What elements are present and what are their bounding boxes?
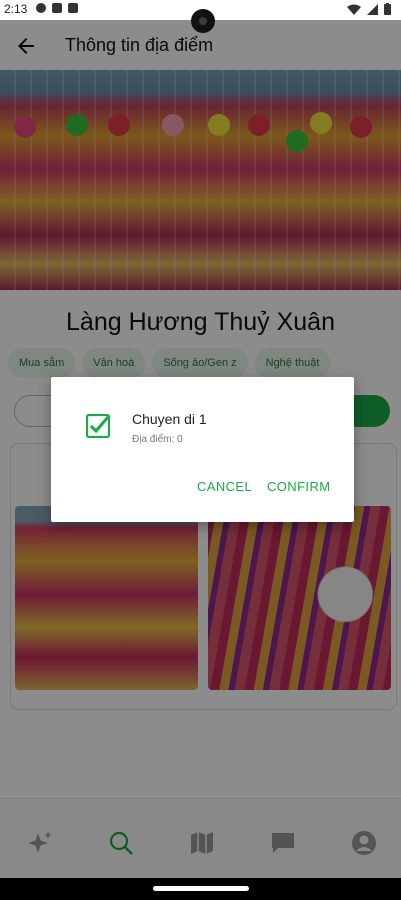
select-trip-dialog: Chuyen di 1 Địa điểm: 0 CANCEL CONFIRM (51, 377, 354, 522)
shield-status-icon (52, 3, 62, 13)
cancel-button[interactable]: CANCEL (197, 479, 252, 494)
trip-name: Chuyen di 1 (132, 411, 207, 427)
sd-card-status-icon (68, 3, 78, 13)
checkbox-checked-icon[interactable] (86, 414, 110, 438)
wifi-icon (347, 4, 361, 15)
status-time: 2:13 (4, 2, 28, 16)
app-screen: 2:13 Thông tin địa điểm Làng Hương Thuỷ … (0, 0, 401, 900)
trip-place-count: Địa điểm: 0 (132, 434, 183, 445)
status-system-icons (347, 3, 391, 15)
status-notification-icons (36, 3, 78, 13)
battery-icon (384, 3, 391, 15)
home-indicator[interactable] (153, 886, 249, 891)
front-camera (191, 9, 215, 33)
settings-status-icon (36, 3, 46, 13)
confirm-button[interactable]: CONFIRM (267, 479, 330, 494)
signal-icon (367, 3, 378, 15)
